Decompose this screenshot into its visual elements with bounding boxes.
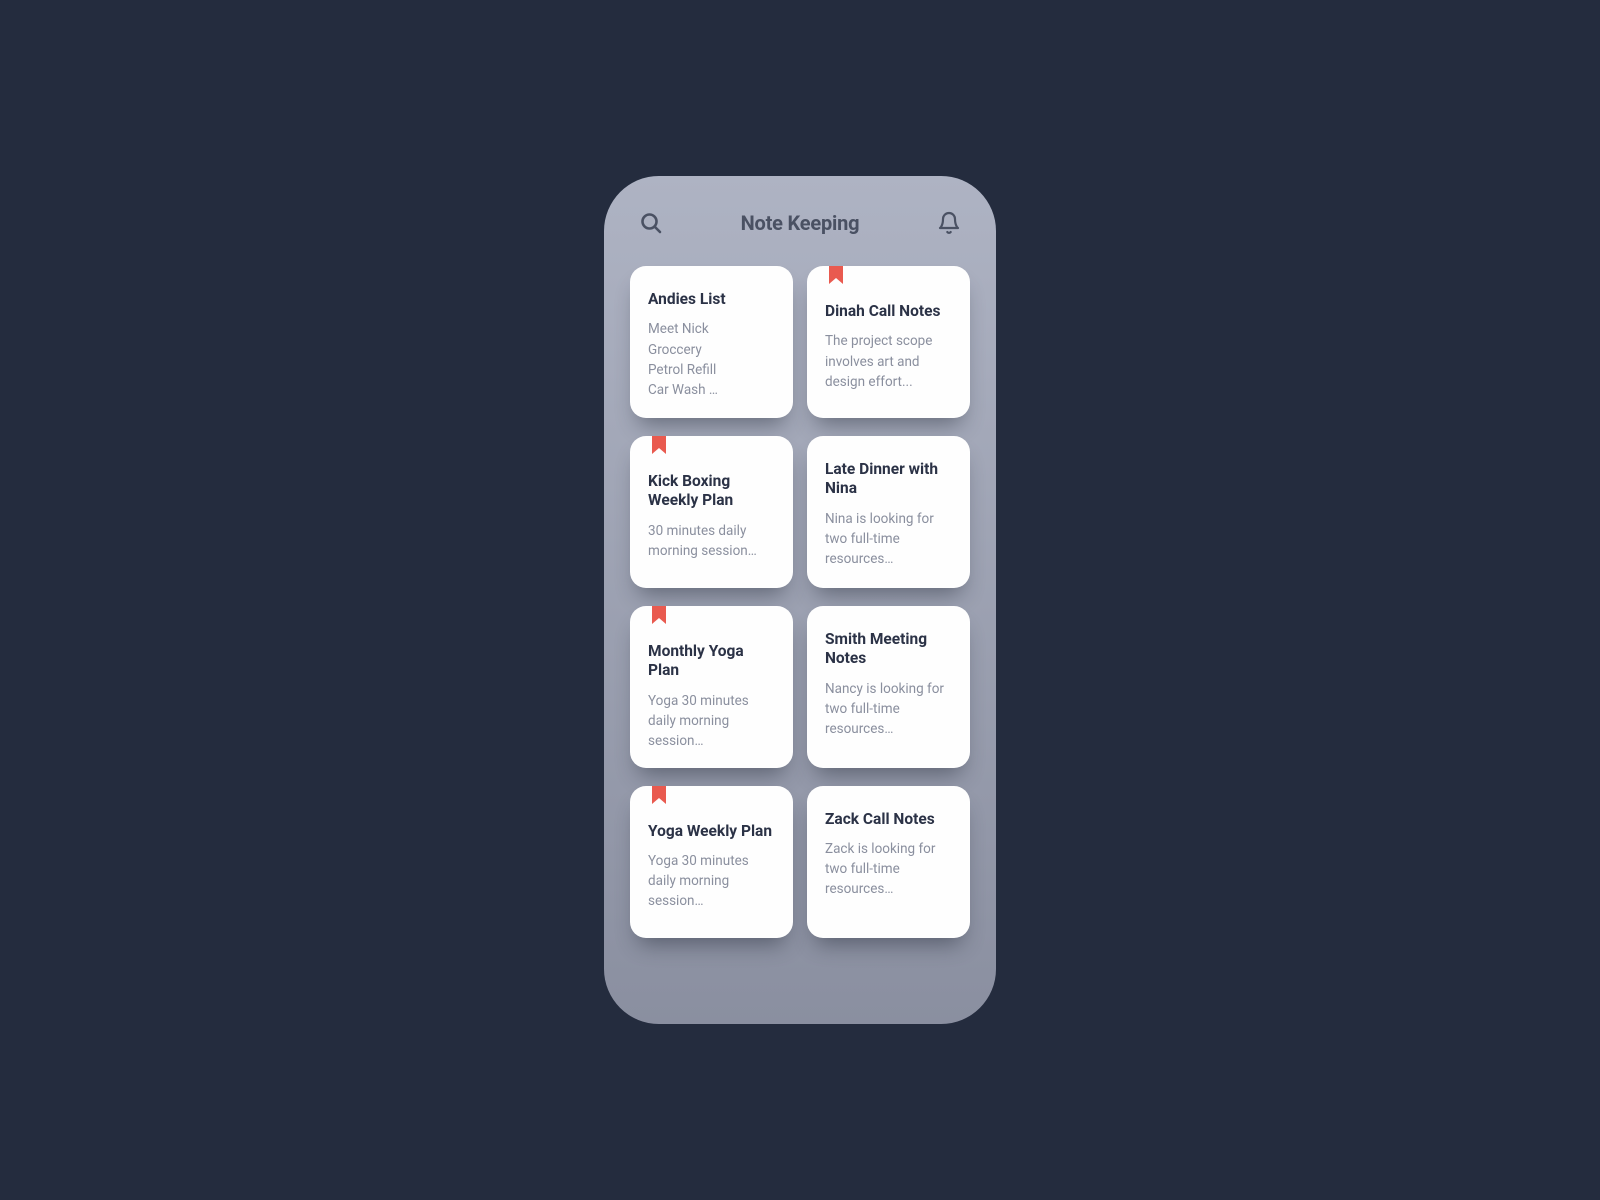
phone-frame: Note Keeping Andies List Meet NickGroccer…: [604, 176, 996, 1024]
note-body: Yoga 30 minutes daily morning session…: [648, 851, 775, 912]
note-card[interactable]: Smith Meeting Notes Nancy is looking for …: [807, 606, 970, 768]
note-card[interactable]: Zack Call Notes Zack is looking for two f…: [807, 786, 970, 938]
note-body: Nancy is looking for two full-time resou…: [825, 679, 952, 740]
note-list-line: Groccery: [648, 340, 775, 360]
note-card[interactable]: Yoga Weekly Plan Yoga 30 minutes daily mo…: [630, 786, 793, 938]
note-body: The project scope involves art and desig…: [825, 331, 952, 392]
note-title: Monthly Yoga Plan: [648, 642, 775, 681]
note-card[interactable]: Late Dinner with Nina Nina is looking for…: [807, 436, 970, 588]
bookmark-icon: [652, 436, 666, 456]
note-body: Zack is looking for two full-time resour…: [825, 839, 952, 900]
note-title: Yoga Weekly Plan: [648, 822, 775, 841]
note-body: Yoga 30 minutes daily morning session…: [648, 691, 775, 752]
note-list-line: Meet Nick: [648, 319, 775, 339]
note-body: Nina is looking for two full-time resour…: [825, 509, 952, 570]
note-title: Zack Call Notes: [825, 810, 952, 829]
note-title: Smith Meeting Notes: [825, 630, 952, 669]
app-header: Note Keeping: [604, 176, 996, 254]
bookmark-icon: [652, 606, 666, 626]
note-title: Dinah Call Notes: [825, 302, 952, 321]
bookmark-icon: [829, 266, 843, 286]
notes-grid: Andies List Meet NickGrocceryPetrol Refil…: [604, 254, 996, 938]
note-body: 30 minutes daily morning session…: [648, 521, 775, 562]
note-body: Meet NickGrocceryPetrol RefillCar Wash …: [648, 319, 775, 400]
note-list-line: Petrol Refill: [648, 360, 775, 380]
bell-icon[interactable]: [936, 210, 962, 236]
note-title: Andies List: [648, 290, 775, 309]
search-icon[interactable]: [638, 210, 664, 236]
note-card[interactable]: Dinah Call Notes The project scope involv…: [807, 266, 970, 418]
note-card[interactable]: Andies List Meet NickGrocceryPetrol Refil…: [630, 266, 793, 418]
note-card[interactable]: Kick Boxing Weekly Plan 30 minutes daily …: [630, 436, 793, 588]
page-title: Note Keeping: [741, 211, 860, 235]
note-card[interactable]: Monthly Yoga Plan Yoga 30 minutes daily m…: [630, 606, 793, 768]
note-title: Kick Boxing Weekly Plan: [648, 472, 775, 511]
note-title: Late Dinner with Nina: [825, 460, 952, 499]
bookmark-icon: [652, 786, 666, 806]
note-list-line: Car Wash …: [648, 380, 775, 400]
